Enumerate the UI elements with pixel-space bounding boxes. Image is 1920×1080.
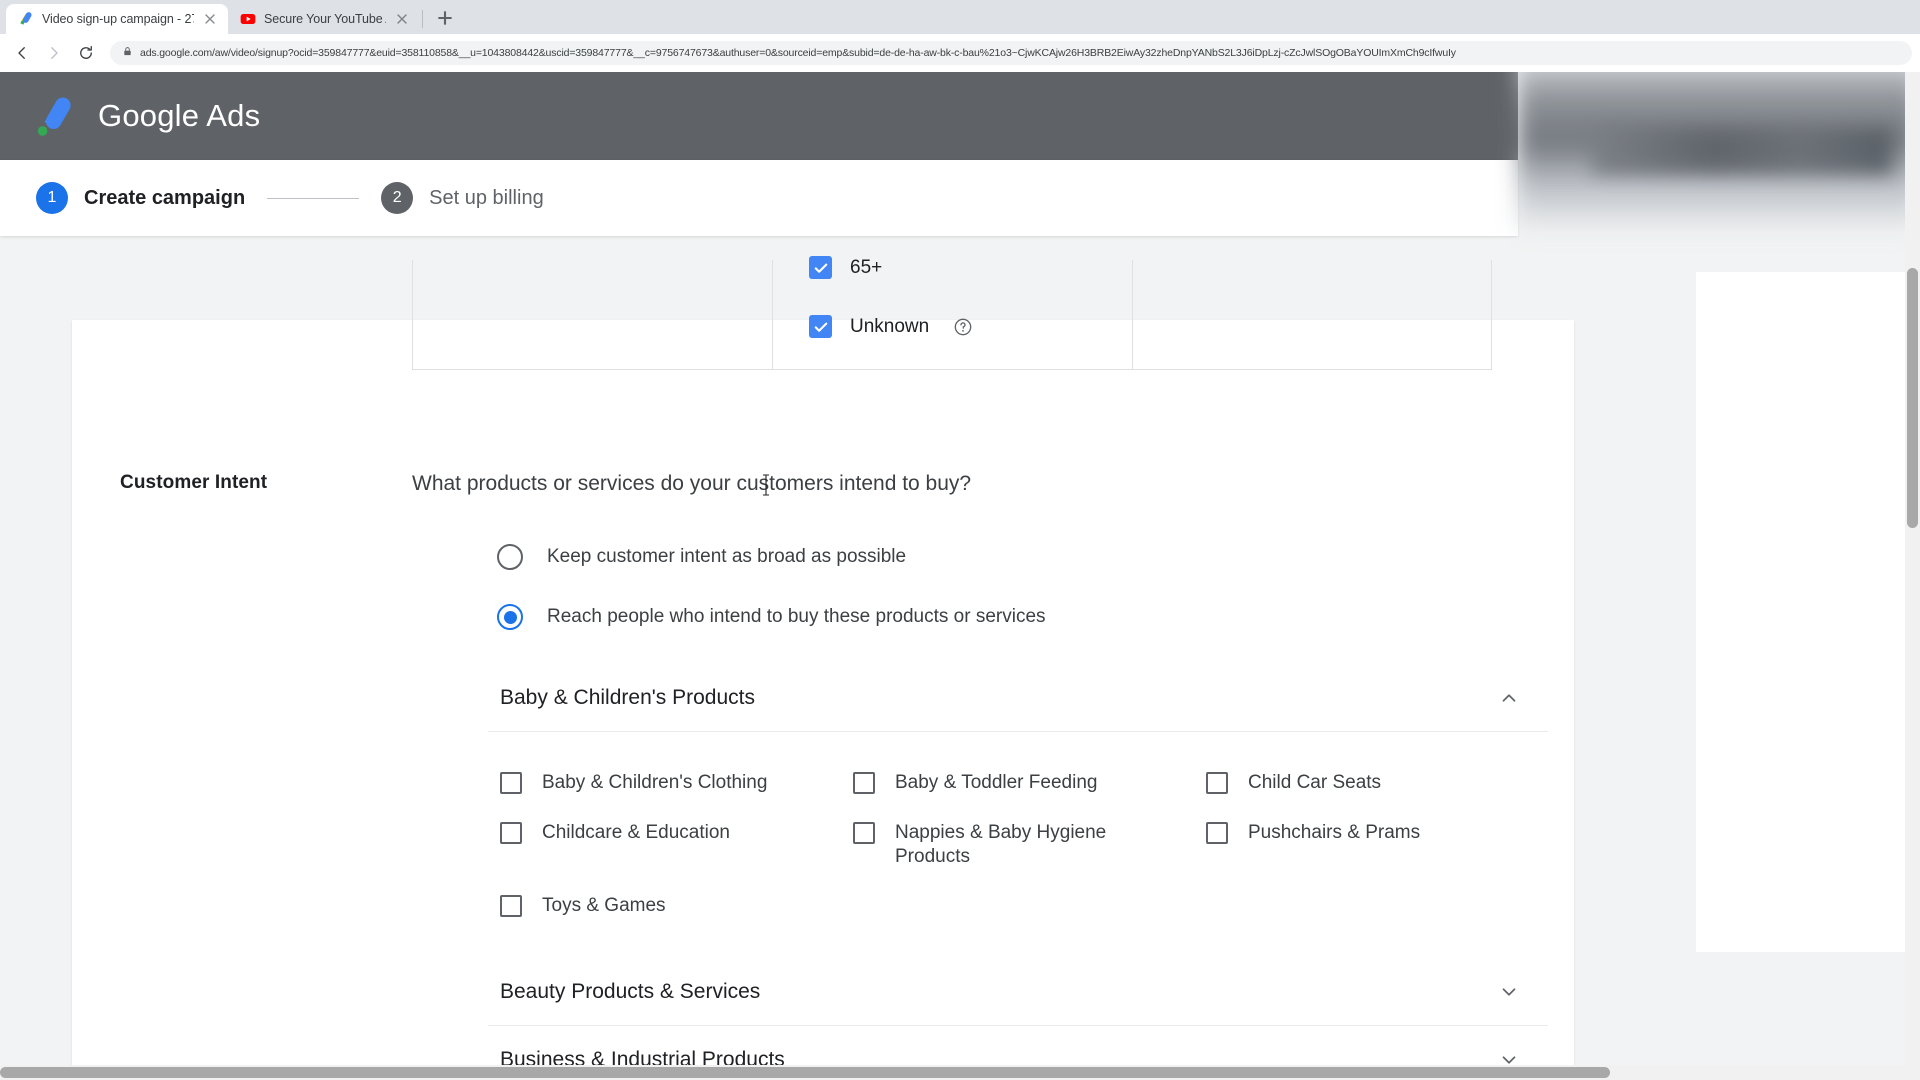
checkbox-unchecked-icon[interactable] [853, 821, 875, 844]
page-viewport: Google Ads 1 Create campaign 2 Set up bi… [0, 72, 1920, 1080]
checkbox-label: Baby & Toddler Feeding [895, 772, 1098, 793]
checkbox-item[interactable]: Child Car Seats [1194, 758, 1547, 808]
chevron-down-icon[interactable] [1498, 981, 1520, 1003]
checkbox-unchecked-icon[interactable] [500, 772, 522, 794]
radio-label: Reach people who intend to buy these pro… [547, 606, 1046, 627]
address-bar[interactable]: ads.google.com/aw/video/signup?ocid=3598… [110, 41, 1912, 65]
browser-window: Video sign-up campaign - 279 Secure Your… [0, 0, 1920, 1080]
help-circle-icon[interactable] [953, 317, 973, 337]
new-tab-button[interactable] [431, 4, 459, 32]
stepper-step-set-up-billing[interactable]: 2 Set up billing [381, 182, 544, 214]
lock-icon [122, 44, 133, 62]
checkbox-unchecked-icon[interactable] [1206, 821, 1228, 844]
customer-intent-question: What products or services do your custom… [412, 472, 972, 495]
step-label: Set up billing [429, 186, 544, 209]
google-ads-logo [36, 94, 80, 138]
tab-divider [422, 10, 423, 28]
radio-option-reach-intent[interactable]: Reach people who intend to buy these pro… [497, 604, 1046, 630]
step-number-badge: 2 [381, 182, 414, 214]
right-side-card [1696, 272, 1920, 952]
age-grid-column-2: 65+ Unknown [773, 256, 1133, 369]
age-label: 65+ [850, 256, 883, 278]
checkbox-item[interactable]: Baby & Children's Clothing [488, 758, 841, 808]
checkbox-item[interactable]: Pushchairs & Prams [1194, 808, 1547, 882]
checkbox-label: Child Car Seats [1248, 772, 1382, 793]
browser-tab-1[interactable]: Secure Your YouTube Account [228, 4, 420, 34]
checkbox-checked-icon[interactable] [809, 315, 832, 338]
checkbox-item[interactable]: Nappies & Baby Hygiene Products [841, 808, 1194, 882]
age-grid-column-1 [413, 260, 773, 369]
youtube-icon [240, 11, 256, 27]
radio-label: Keep customer intent as broad as possibl… [547, 546, 907, 567]
text-cursor-icon [762, 474, 769, 496]
google-ads-icon [18, 11, 34, 27]
vertical-scrollbar-thumb[interactable] [1907, 268, 1918, 528]
step-number-badge: 1 [36, 182, 68, 214]
checkbox-label: Pushchairs & Prams [1248, 821, 1421, 843]
browser-toolbar: ads.google.com/aw/video/signup?ocid=3598… [0, 34, 1920, 72]
accordion-title: Beauty Products & Services [500, 979, 761, 1003]
step-label: Create campaign [84, 186, 246, 209]
app-header: Google Ads [0, 72, 1518, 160]
category-accordion-baby-childrens-products: Baby & Children's Products Baby & Childr… [488, 664, 1548, 947]
close-icon[interactable] [394, 11, 410, 27]
radio-dot [503, 610, 517, 624]
age-checkbox-65plus[interactable]: 65+ [809, 256, 882, 279]
checkbox-unchecked-icon[interactable] [853, 772, 875, 794]
age-grid-column-3 [1133, 260, 1491, 369]
accordion-header[interactable]: Baby & Children's Products [488, 664, 1548, 732]
radio-unselected-icon[interactable] [497, 544, 523, 570]
category-checkbox-grid: Baby & Children's Clothing Baby & Toddle… [488, 758, 1548, 931]
age-selection-grid: 65+ Unknown [412, 256, 1492, 370]
section-label-customer-intent: Customer Intent [120, 472, 268, 493]
accordion-header[interactable]: Beauty Products & Services [488, 958, 1548, 1026]
checkbox-unchecked-icon[interactable] [1206, 772, 1228, 794]
blurred-overlay-strip [1592, 128, 1892, 174]
age-checkbox-unknown[interactable]: Unknown [809, 315, 973, 338]
campaign-form-card: 65+ Unknown Customer Intent What product… [72, 256, 1574, 1080]
stepper-step-create-campaign[interactable]: 1 Create campaign [36, 182, 245, 214]
checkbox-item[interactable]: Baby & Toddler Feeding [841, 758, 1194, 808]
stepper-connector [267, 197, 360, 199]
chevron-up-icon[interactable] [1498, 687, 1520, 709]
tab-strip: Video sign-up campaign - 279 Secure Your… [0, 0, 1920, 34]
url-text: ads.google.com/aw/video/signup?ocid=3598… [140, 47, 1456, 59]
checkbox-label: Nappies & Baby Hygiene Products [895, 821, 1107, 867]
app-brand-name: Google Ads [98, 98, 261, 133]
campaign-stepper: 1 Create campaign 2 Set up billing [0, 160, 1518, 236]
category-accordion-beauty-products-services: Beauty Products & Services [488, 958, 1548, 1026]
forward-arrow-icon[interactable] [40, 39, 68, 67]
checkbox-unchecked-icon[interactable] [500, 895, 522, 918]
close-icon[interactable] [202, 11, 218, 27]
checkbox-label: Baby & Children's Clothing [542, 772, 768, 793]
tab-title: Secure Your YouTube Account [264, 12, 386, 26]
checkbox-checked-icon[interactable] [809, 256, 832, 279]
radio-option-broad-intent[interactable]: Keep customer intent as broad as possibl… [497, 544, 906, 570]
tab-title: Video sign-up campaign - 279 [42, 12, 194, 26]
accordion-body: Baby & Children's Clothing Baby & Toddle… [488, 732, 1548, 947]
radio-selected-icon[interactable] [497, 604, 523, 630]
accordion-title: Baby & Children's Products [500, 685, 755, 709]
browser-tab-0[interactable]: Video sign-up campaign - 279 [6, 4, 228, 34]
reload-icon[interactable] [72, 39, 100, 67]
checkbox-label: Toys & Games [542, 895, 666, 917]
checkbox-label: Childcare & Education [542, 821, 730, 843]
vertical-scrollbar[interactable] [1905, 72, 1920, 1080]
horizontal-scrollbar[interactable] [0, 1065, 1920, 1080]
age-label: Unknown [850, 315, 930, 337]
horizontal-scrollbar-thumb[interactable] [0, 1067, 1610, 1078]
checkbox-item[interactable]: Toys & Games [488, 881, 841, 931]
checkbox-unchecked-icon[interactable] [500, 821, 522, 844]
checkbox-item[interactable]: Childcare & Education [488, 808, 841, 882]
back-arrow-icon[interactable] [8, 39, 36, 67]
